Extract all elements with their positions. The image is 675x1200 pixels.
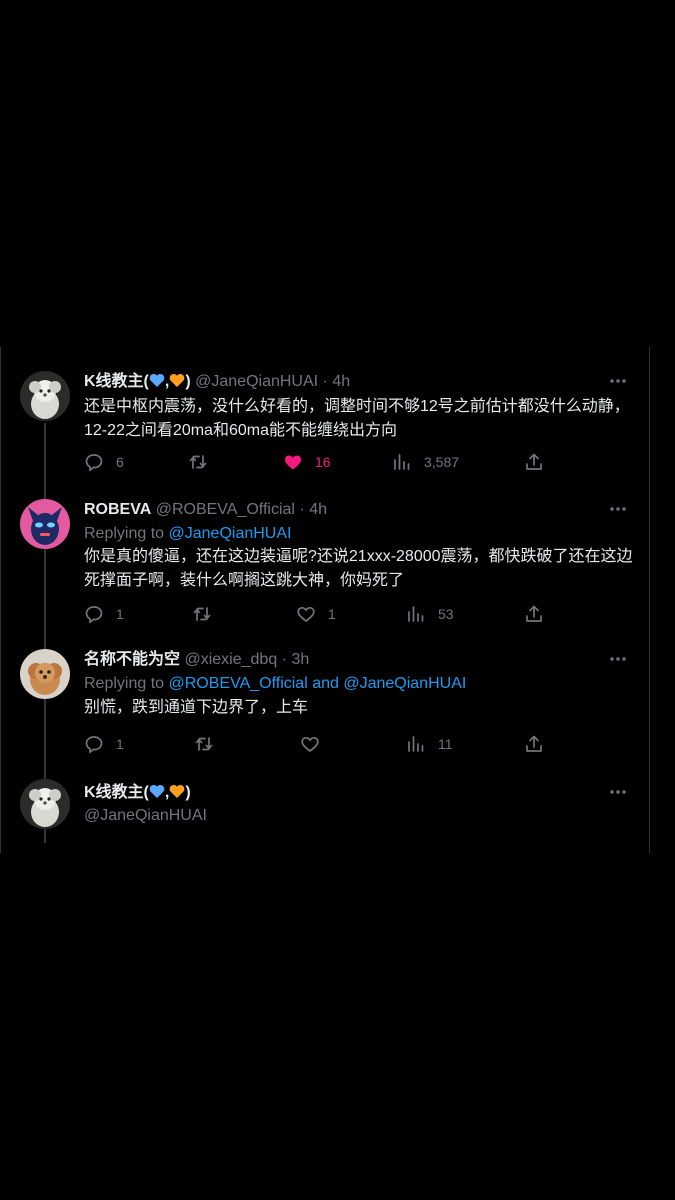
reply-button[interactable]: 1 xyxy=(84,603,124,625)
view-count: 11 xyxy=(438,736,453,752)
handle[interactable]: @xiexie_dbq xyxy=(184,651,277,668)
reply-button[interactable]: 1 xyxy=(84,733,124,755)
like-count: 16 xyxy=(315,454,331,470)
views-button[interactable]: 53 xyxy=(406,603,454,625)
replying-to: Replying to @JaneQianHUAI xyxy=(84,523,291,545)
reply-icon xyxy=(84,734,104,754)
reply-count: 6 xyxy=(116,454,124,470)
views-icon xyxy=(406,604,426,624)
views-icon xyxy=(392,452,412,472)
tweet-4[interactable]: K线教主(,) @JaneQianHUAI xyxy=(0,769,650,853)
more-icon[interactable] xyxy=(606,782,630,804)
avatar[interactable] xyxy=(20,499,70,549)
views-button[interactable]: 3,587 xyxy=(392,451,459,473)
view-count: 53 xyxy=(438,606,454,622)
action-bar: 1 1 53 xyxy=(84,603,554,625)
handle[interactable]: @JaneQianHUAI xyxy=(195,373,318,390)
orange-heart-icon xyxy=(169,373,185,395)
handle[interactable]: @ROBEVA_Official xyxy=(156,501,295,518)
action-bar: 6 16 3,587 xyxy=(84,451,554,473)
more-icon[interactable] xyxy=(606,649,630,671)
replying-conjunction: and xyxy=(307,675,344,692)
tweet-header: ROBEVA @ROBEVA_Official · 4h xyxy=(84,499,630,521)
avatar[interactable] xyxy=(20,649,70,699)
share-button[interactable] xyxy=(524,603,544,625)
timestamp[interactable]: 3h xyxy=(291,651,309,668)
mention-link[interactable]: @JaneQianHUAI xyxy=(169,525,292,542)
separator-dot: · xyxy=(281,651,287,668)
display-name[interactable]: 名称不能为空 xyxy=(84,651,180,668)
share-button[interactable] xyxy=(524,451,544,473)
mention-link[interactable]: @ROBEVA_Official xyxy=(169,675,308,692)
views-button[interactable]: 11 xyxy=(406,733,453,755)
tweet-header: 名称不能为空 @xiexie_dbq · 3h xyxy=(84,649,630,671)
timestamp[interactable]: 4h xyxy=(332,373,350,390)
share-icon xyxy=(524,734,544,754)
display-name[interactable]: K线教主(,) xyxy=(84,373,191,390)
replying-prefix: Replying to xyxy=(84,675,169,692)
retweet-button[interactable] xyxy=(194,733,214,755)
handle[interactable]: @JaneQianHUAI xyxy=(84,805,207,827)
retweet-button[interactable] xyxy=(188,451,208,473)
share-icon xyxy=(524,604,544,624)
thread-card: K线教主(,) @JaneQianHUAI · 4h 还是中枢内震荡，没什么好看… xyxy=(0,347,675,853)
share-icon xyxy=(524,452,544,472)
tweet-text: 还是中枢内震荡，没什么好看的，调整时间不够12号之前估计都没什么动静，12-22… xyxy=(84,398,630,439)
tweet-3[interactable]: 名称不能为空 @xiexie_dbq · 3h Replying to @ROB… xyxy=(0,639,650,759)
action-bar: 1 11 xyxy=(84,733,554,755)
tweet-1[interactable]: K线教主(,) @JaneQianHUAI · 4h 还是中枢内震荡，没什么好看… xyxy=(0,347,650,477)
retweet-icon xyxy=(188,452,208,472)
replying-to: Replying to @ROBEVA_Official and @JaneQi… xyxy=(84,673,466,695)
like-button[interactable] xyxy=(300,733,320,755)
more-icon[interactable] xyxy=(606,371,630,393)
tweet-header: K线教主(,) xyxy=(84,782,630,804)
reply-button[interactable]: 6 xyxy=(84,451,124,473)
like-count: 1 xyxy=(328,606,336,622)
mention-link[interactable]: @JaneQianHUAI xyxy=(343,675,466,692)
heart-icon xyxy=(283,452,303,472)
view-count: 3,587 xyxy=(424,454,460,470)
like-button[interactable]: 16 xyxy=(283,451,331,473)
retweet-icon xyxy=(192,604,212,624)
reply-icon xyxy=(84,604,104,624)
like-button[interactable]: 1 xyxy=(296,603,336,625)
avatar[interactable] xyxy=(20,779,70,829)
heart-icon xyxy=(296,604,316,624)
reply-count: 1 xyxy=(116,736,124,752)
avatar[interactable] xyxy=(20,371,70,421)
heart-icon xyxy=(300,734,320,754)
replying-prefix: Replying to xyxy=(84,525,169,542)
tweet-2[interactable]: ROBEVA @ROBEVA_Official · 4h Replying to… xyxy=(0,487,650,629)
separator-dot: · xyxy=(299,501,305,518)
timestamp[interactable]: 4h xyxy=(309,501,327,518)
blue-heart-icon xyxy=(149,373,165,395)
views-icon xyxy=(406,734,426,754)
tweet-text: 你是真的傻逼，还在这边装逼呢?还说21xxx-28000震荡，都快跌破了还在这边… xyxy=(84,548,633,589)
more-icon[interactable] xyxy=(606,499,630,521)
blue-heart-icon xyxy=(149,784,165,806)
retweet-icon xyxy=(194,734,214,754)
retweet-button[interactable] xyxy=(192,603,212,625)
display-name[interactable]: K线教主(,) xyxy=(84,784,191,801)
share-button[interactable] xyxy=(524,733,544,755)
orange-heart-icon xyxy=(169,784,185,806)
reply-icon xyxy=(84,452,104,472)
tweet-header: K线教主(,) @JaneQianHUAI · 4h xyxy=(84,371,630,393)
display-name[interactable]: ROBEVA xyxy=(84,501,151,518)
tweet-text: 别慌，跌到通道下边界了，上车 xyxy=(84,699,309,716)
reply-count: 1 xyxy=(116,606,124,622)
separator-dot: · xyxy=(322,373,328,390)
